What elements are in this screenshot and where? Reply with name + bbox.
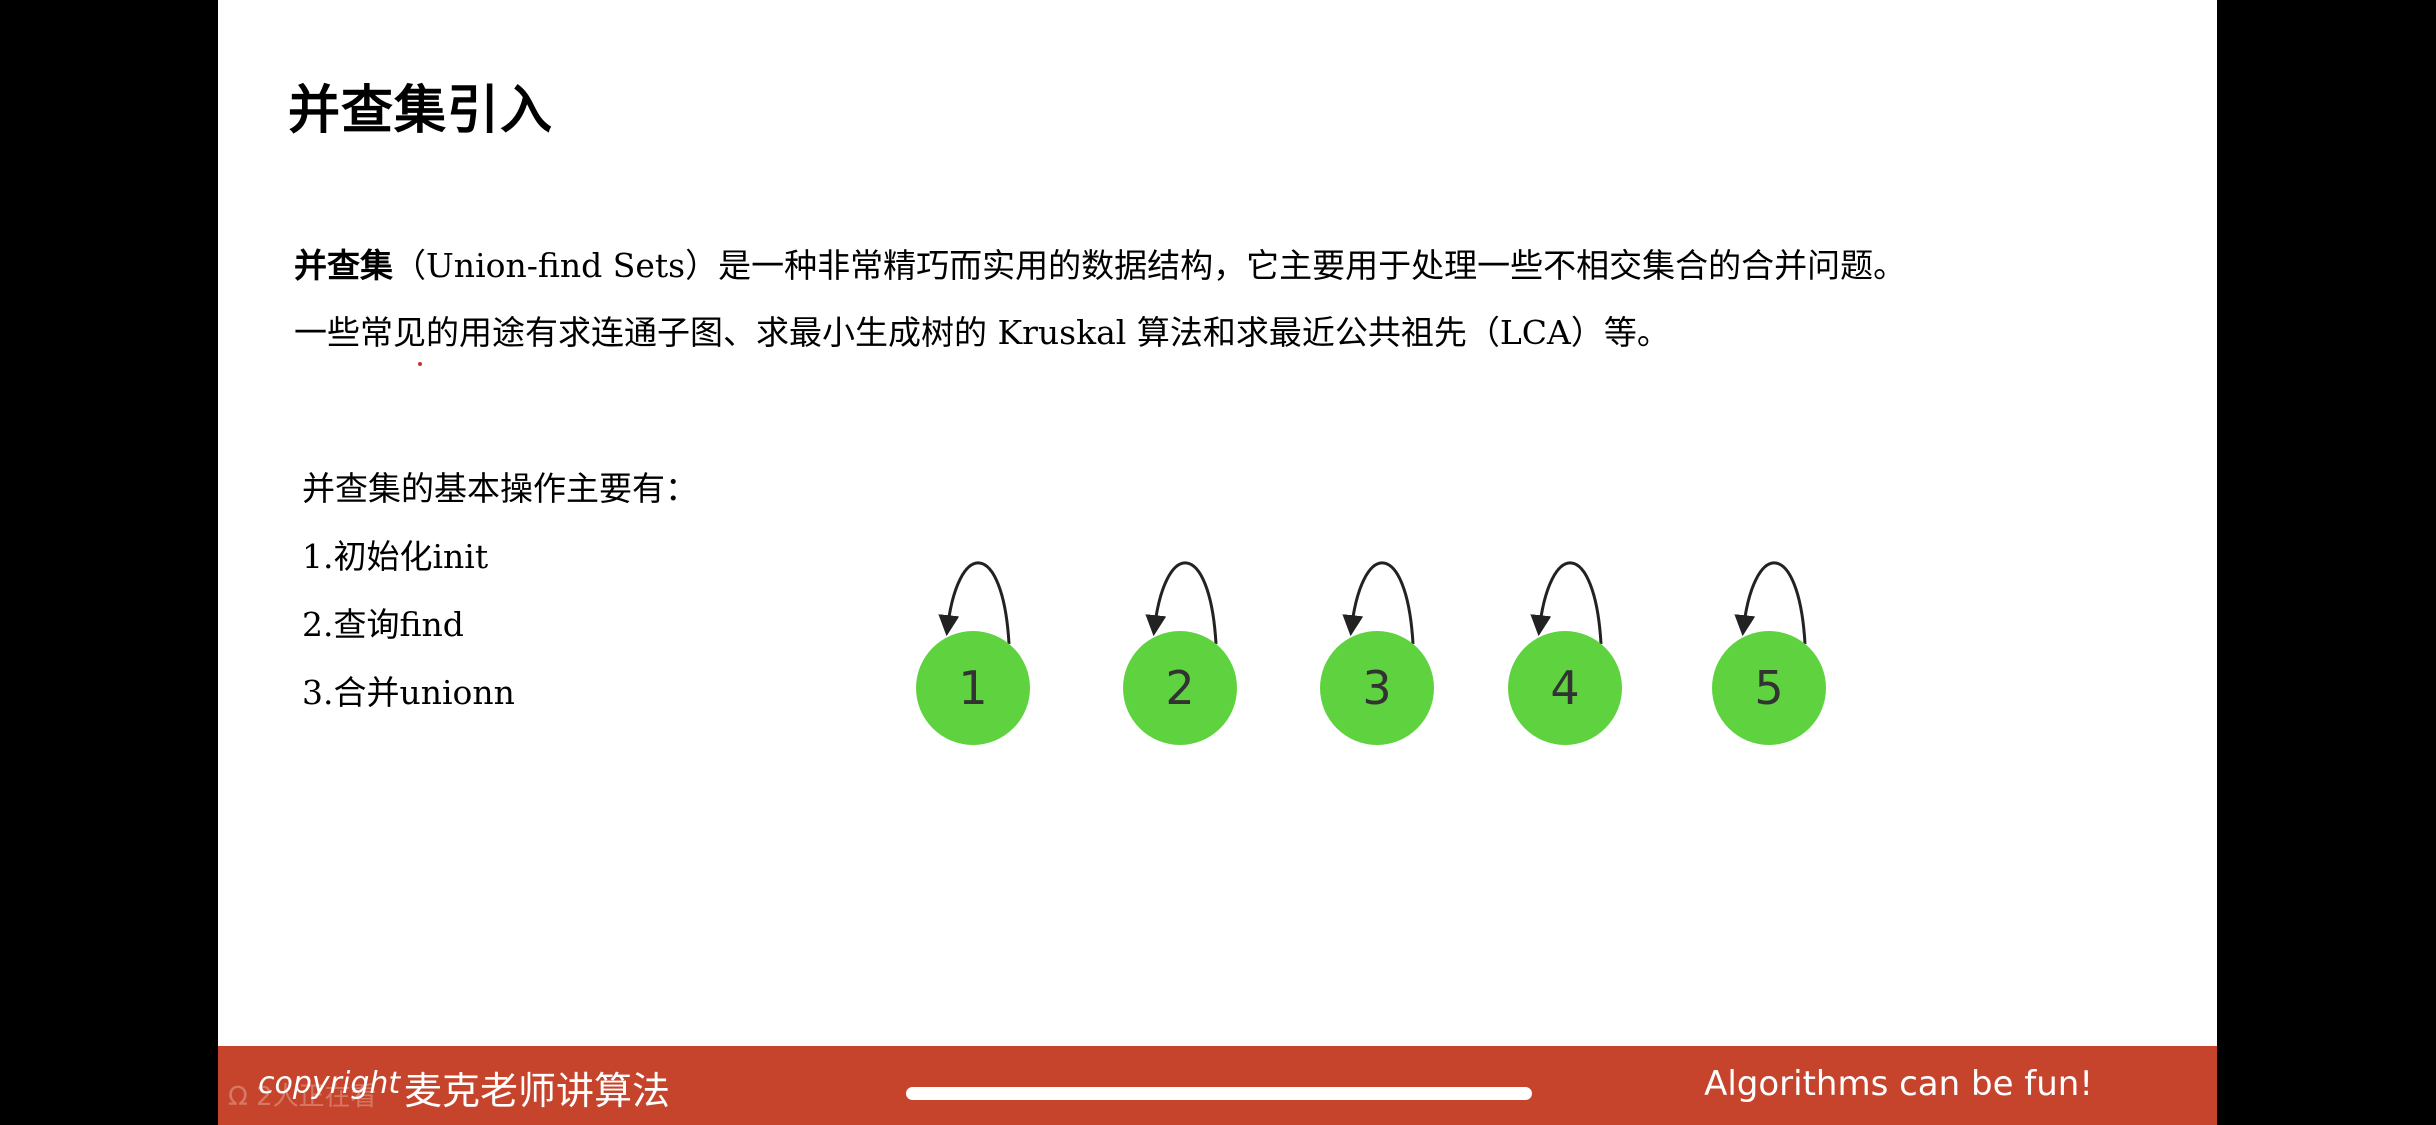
intro-term: 并查集 — [294, 246, 393, 285]
node-4: 4 — [1508, 561, 1622, 745]
operation-union: 3.合并unionn — [302, 673, 515, 712]
self-loop-arrow — [938, 561, 1011, 645]
self-loop-arrow — [1342, 561, 1415, 645]
operation-init: 1.初始化init — [302, 537, 489, 576]
node-circle — [1123, 631, 1237, 745]
operations-list: 并查集的基本操作主要有： 1.初始化init 2.查询find 3.合并unio… — [302, 455, 698, 727]
screen: 并查集引入 并查集（Union-find Sets）是一种非常精巧而实用的数据结… — [0, 0, 2436, 1125]
intro-line-2: 一些常见的用途有求连通子图、求最小生成树的 Kruskal 算法和求最近公共祖先… — [294, 313, 1670, 352]
operations-heading: 并查集的基本操作主要有： — [302, 469, 698, 508]
slide: 并查集引入 并查集（Union-find Sets）是一种非常精巧而实用的数据结… — [218, 0, 2217, 1125]
self-loop-arrow — [1530, 561, 1603, 645]
node-label: 4 — [1550, 661, 1579, 715]
footer-copyright: copyright — [258, 1066, 401, 1101]
node-label: 5 — [1754, 661, 1783, 715]
node-circle — [916, 631, 1030, 745]
footer-brand: 麦克老师讲算法 — [404, 1069, 671, 1113]
self-loop-arrow — [1734, 561, 1807, 645]
node-circle — [1508, 631, 1622, 745]
operation-find: 2.查询find — [302, 605, 464, 644]
node-circle — [1320, 631, 1434, 745]
node-circle — [1712, 631, 1826, 745]
footer-bar: Ω 2人正在看 copyright 麦克老师讲算法 Algorithms can… — [218, 1046, 2217, 1125]
node-label: 3 — [1362, 661, 1391, 715]
self-loop-arrow — [1145, 561, 1218, 645]
node-layer: 1 2 3 4 5 — [916, 561, 1826, 745]
footer-tagline: Algorithms can be fun! — [1704, 1064, 2093, 1104]
intro-paragraph: 并查集（Union-find Sets）是一种非常精巧而实用的数据结构，它主要用… — [294, 232, 2174, 366]
intro-line-1-text: （Union-find Sets）是一种非常精巧而实用的数据结构，它主要用于处理… — [393, 246, 1907, 285]
node-label: 2 — [1165, 661, 1194, 715]
red-dot-mark — [418, 362, 422, 366]
node-1: 1 — [916, 561, 1030, 745]
intro-line-1: 并查集（Union-find Sets）是一种非常精巧而实用的数据结构，它主要用… — [294, 232, 2174, 299]
slide-title: 并查集引入 — [288, 81, 554, 141]
node-3: 3 — [1320, 561, 1434, 745]
node-2: 2 — [1123, 561, 1237, 745]
node-5: 5 — [1712, 561, 1826, 745]
home-indicator[interactable] — [906, 1087, 1532, 1100]
node-label: 1 — [958, 661, 987, 715]
